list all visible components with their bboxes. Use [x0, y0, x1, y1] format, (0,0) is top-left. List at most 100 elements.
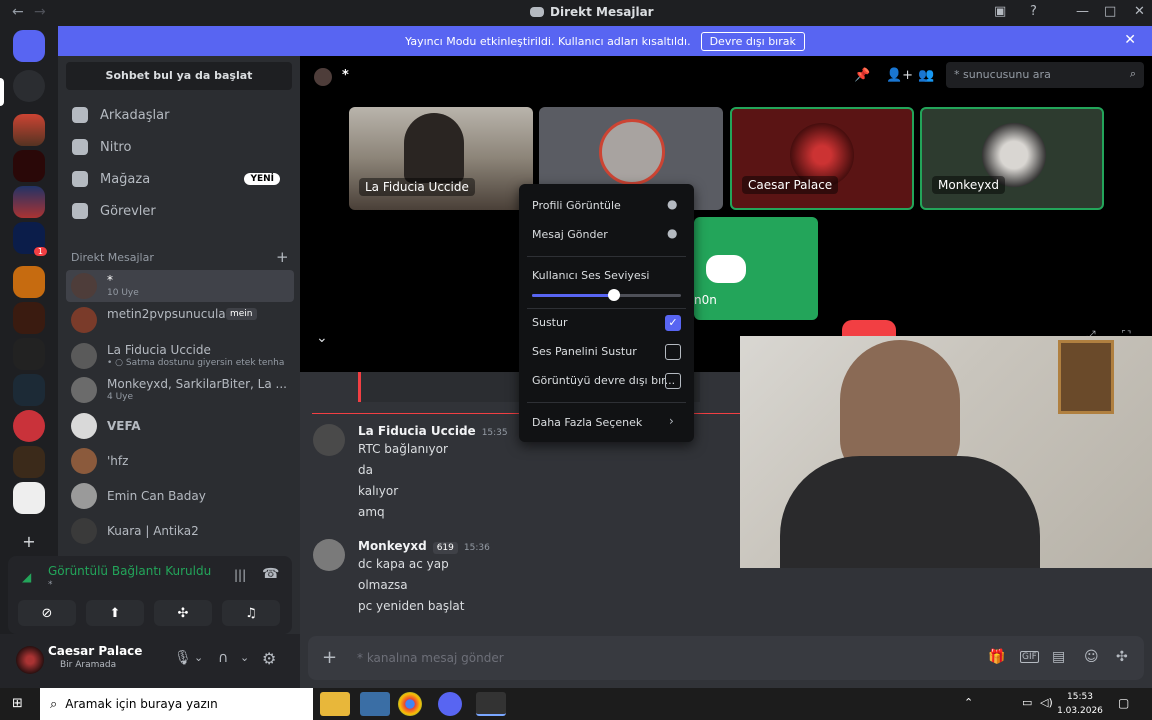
- tray-chevron-icon[interactable]: ⌃: [964, 696, 973, 709]
- message-author[interactable]: Monkeyxd 619 15:36: [358, 539, 490, 554]
- noise-suppression-icon[interactable]: |||: [234, 568, 246, 582]
- chrome-icon[interactable]: [398, 692, 422, 716]
- video-tile[interactable]: La Fiducia Uccide: [349, 107, 533, 210]
- file-explorer-icon[interactable]: [320, 692, 350, 716]
- dm-item[interactable]: metin2pvpsunucular mein: [66, 304, 294, 336]
- help-icon[interactable]: ?: [1030, 4, 1037, 19]
- close-icon[interactable]: ✕: [1124, 32, 1136, 48]
- screen-share-button[interactable]: ⬆: [86, 600, 144, 626]
- server-icon[interactable]: [13, 150, 45, 182]
- activities-button[interactable]: ✣: [154, 600, 212, 626]
- gear-icon[interactable]: ⚙: [262, 649, 276, 668]
- call-search-input[interactable]: * sunucusunu ara ⌕: [946, 62, 1144, 88]
- sticker-icon[interactable]: ▤: [1052, 649, 1065, 665]
- dm-item[interactable]: Kuara | Antika2: [66, 515, 294, 547]
- dm-item[interactable]: VEFA: [66, 410, 294, 442]
- volume-slider[interactable]: [532, 289, 681, 301]
- video-tile[interactable]: Caesar Palace: [730, 107, 914, 210]
- dm-item[interactable]: * 10 Üye: [66, 270, 294, 302]
- server-icon[interactable]: 1: [13, 222, 47, 256]
- chevron-down-icon[interactable]: ⌄: [240, 651, 249, 664]
- find-conversation-button[interactable]: Sohbet bul ya da başlat: [66, 62, 292, 90]
- dm-item[interactable]: La Fiducia Uccide • ○ Satma dostunu giye…: [66, 340, 294, 372]
- disconnect-icon[interactable]: ☎: [262, 566, 279, 582]
- avatar[interactable]: [313, 539, 345, 571]
- headphones-icon[interactable]: ∩: [218, 650, 228, 666]
- soundboard-button[interactable]: ♫: [222, 600, 280, 626]
- avatar: [71, 377, 97, 403]
- streamer-mode-banner: Yayıncı Modu etkinleştirildi. Kullanıcı …: [58, 26, 1152, 56]
- user-name[interactable]: Caesar Palace: [48, 644, 142, 658]
- dm-call-icon[interactable]: [13, 70, 45, 102]
- server-icon[interactable]: [13, 186, 45, 218]
- message-author[interactable]: La Fiducia Uccide 15:35: [358, 424, 508, 438]
- dm-item[interactable]: Monkeyxd, SarkilarBiter, La ... 4 Üye: [66, 374, 294, 406]
- emoji-icon[interactable]: ☺: [1084, 649, 1099, 665]
- self-camera-preview[interactable]: [740, 336, 1152, 568]
- menu-item-disable-video[interactable]: Görüntüyü devre dışı bır...: [532, 374, 675, 387]
- add-friend-icon[interactable]: 👤+: [886, 68, 913, 83]
- server-icon[interactable]: [13, 374, 45, 406]
- mute-soundboard-checkbox[interactable]: [665, 344, 681, 360]
- avatar[interactable]: [16, 646, 44, 674]
- message-composer[interactable]: + * kanalına mesaj gönder 🎁 GIF ▤ ☺ ✣: [308, 636, 1144, 680]
- avatar: [71, 307, 97, 333]
- camera-off-button[interactable]: ⊘: [18, 600, 76, 626]
- close-window-button[interactable]: ✕: [1134, 4, 1145, 19]
- menu-item-mute-soundboard[interactable]: Ses Panelini Sustur: [532, 345, 637, 358]
- mute-checkbox[interactable]: ✓: [665, 315, 681, 331]
- microphone-icon[interactable]: 🎙: [174, 650, 192, 666]
- menu-item-more-options[interactable]: Daha Fazla Seçenek: [532, 416, 642, 429]
- message-text: kalıyor: [358, 484, 399, 498]
- notifications-icon[interactable]: ▢: [1118, 696, 1129, 710]
- voice-status[interactable]: Görüntülü Bağlantı Kuruldu: [48, 564, 211, 578]
- gift-icon[interactable]: 🎁: [988, 649, 1005, 665]
- taskbar-clock[interactable]: 15:53 1.03.2026: [1050, 690, 1110, 718]
- menu-item-mute[interactable]: Sustur: [532, 316, 568, 329]
- member-list-icon[interactable]: 👥: [918, 68, 934, 83]
- inbox-icon[interactable]: ▣: [994, 4, 1006, 19]
- bot-tile[interactable]: n0n: [694, 217, 818, 320]
- active-app-icon[interactable]: [476, 692, 506, 716]
- create-dm-icon[interactable]: +: [276, 248, 289, 266]
- chevron-down-icon[interactable]: ⌄: [194, 651, 203, 664]
- add-server-icon[interactable]: +: [21, 534, 37, 550]
- server-icon[interactable]: [13, 410, 45, 442]
- dm-item[interactable]: 'hfz: [66, 445, 294, 477]
- video-tile[interactable]: Monkeyxd: [920, 107, 1104, 210]
- nav-shop[interactable]: Mağaza YENİ: [66, 164, 292, 194]
- disable-video-checkbox[interactable]: [665, 373, 681, 389]
- app-icon[interactable]: [360, 692, 390, 716]
- disable-streamer-mode-button[interactable]: Devre dışı bırak: [700, 31, 805, 51]
- apps-icon[interactable]: ✣: [1116, 649, 1128, 665]
- menu-item-view-profile[interactable]: Profili Görüntüle: [532, 199, 621, 212]
- server-icon[interactable]: [13, 114, 45, 146]
- nav-quests[interactable]: Görevler: [66, 196, 292, 226]
- server-icon[interactable]: [13, 338, 45, 370]
- nav-nitro[interactable]: Nitro: [66, 132, 292, 162]
- server-icon[interactable]: [13, 266, 45, 298]
- server-icon[interactable]: [13, 446, 45, 478]
- pinned-icon[interactable]: 📌: [854, 68, 870, 83]
- minimize-button[interactable]: —: [1076, 4, 1089, 19]
- chevron-down-icon[interactable]: ⌄: [316, 330, 328, 346]
- menu-item-send-message[interactable]: Mesaj Gönder: [532, 228, 608, 241]
- gif-icon[interactable]: GIF: [1020, 651, 1039, 663]
- back-arrow-icon[interactable]: ←: [12, 4, 24, 20]
- taskbar-search-input[interactable]: ⌕ Aramak için buraya yazın: [40, 688, 313, 720]
- avatar[interactable]: [313, 424, 345, 456]
- forward-arrow-icon[interactable]: →: [34, 4, 46, 20]
- attach-plus-icon[interactable]: +: [322, 647, 337, 668]
- maximize-button[interactable]: □: [1104, 4, 1116, 19]
- discord-taskbar-icon[interactable]: [438, 692, 462, 716]
- server-icon[interactable]: [13, 482, 45, 514]
- message-input[interactable]: * kanalına mesaj gönder: [357, 651, 504, 665]
- home-discord-icon[interactable]: [13, 30, 45, 62]
- dm-item[interactable]: Emin Can Baday: [66, 480, 294, 512]
- user-icon: ●: [667, 197, 678, 211]
- windows-start-icon[interactable]: ⊞: [12, 696, 23, 711]
- server-icon[interactable]: [13, 302, 45, 334]
- network-icon[interactable]: ▭: [1022, 696, 1032, 709]
- nav-friends[interactable]: Arkadaşlar: [66, 100, 292, 130]
- volume-slider-handle[interactable]: [608, 289, 620, 301]
